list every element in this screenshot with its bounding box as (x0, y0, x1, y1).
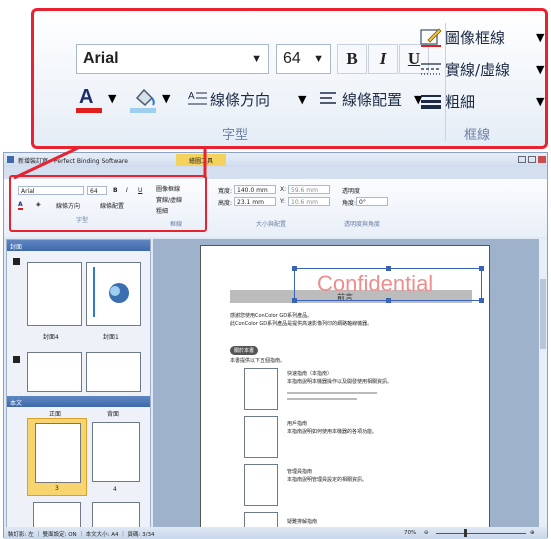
callout-connector (13, 145, 207, 180)
